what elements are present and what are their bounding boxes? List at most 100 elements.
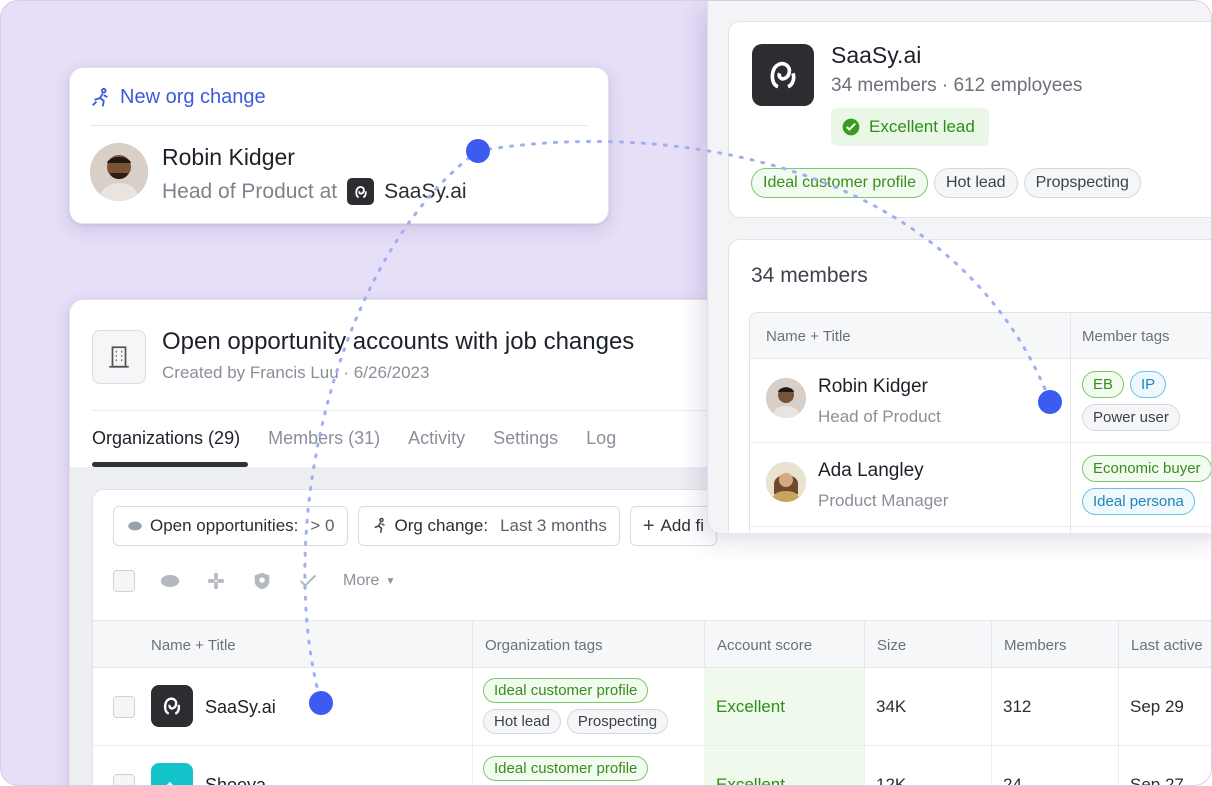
salesforce-icon [128,521,142,531]
filter-org-change[interactable]: Org change: Last 3 months [357,506,620,546]
members-title: 34 members [751,264,868,287]
tag-ideal-customer-profile[interactable]: Ideal customer profile [751,168,928,198]
caret-down-icon: ▼ [385,575,396,587]
lead-status-badge: Excellent lead [831,108,989,146]
cell-divider [864,746,865,785]
tab-organizations[interactable]: Organizations (29) [92,428,240,449]
avatar [766,378,806,418]
table-row[interactable]: Shoeya Ideal customer profile Excellent … [93,746,1211,786]
avatar [766,462,806,502]
person-moving-icon [92,87,108,106]
org-size: 34K [876,697,907,716]
person-moving-icon [373,517,385,533]
tab-members[interactable]: Members (31) [268,428,380,449]
column-header[interactable]: Last active [1118,621,1203,669]
organizations-panel: Open opportunities: > 0 Org change: Last… [92,489,1211,786]
column-header[interactable]: Organization tags [472,621,603,669]
select-all-checkbox[interactable] [113,570,135,592]
account-score: Excellent [704,668,864,745]
tab-activity[interactable]: Activity [408,428,465,449]
tab-settings[interactable]: Settings [493,428,558,449]
building-icon [92,330,146,384]
profile-panel: SaaSy.ai 34 members · 612 employees Exce… [707,1,1211,533]
filter-label: Org change: [394,516,489,535]
person-name: Robin Kidger [162,144,295,170]
member-tags: EB IP Power user [1082,371,1180,431]
check-icon[interactable] [297,570,319,592]
tag-eb[interactable]: EB [1082,371,1125,398]
tag-hot-lead[interactable]: Hot lead [933,168,1018,198]
row-checkbox[interactable] [113,696,135,718]
org-name[interactable]: Shoeya [205,775,266,785]
tag-ideal-persona[interactable]: Ideal persona [1082,488,1195,515]
org-change-card[interactable]: New org change Robin Kidger Head of Prod… [69,67,609,224]
slack-icon[interactable] [205,570,227,592]
saasy-logo [151,685,193,727]
badge-text: Excellent lead [869,117,975,136]
add-filter-button[interactable]: + Add fi [629,506,718,546]
canvas: Open opportunity accounts with job chang… [0,0,1212,786]
saasy-logo [752,44,814,106]
members-table: Name + Title Member tags Robin Kidger He… [749,312,1211,533]
list-subtitle: Created by Francis Luu · 6/26/2023 [162,363,430,382]
account-score: Excellent [704,746,864,785]
members-table-header: Name + Title Member tags [750,313,1211,359]
table-header: Name + Title Organization tags Account s… [93,620,1211,669]
member-row[interactable]: Robin Kidger Head of Product EB IP Power… [750,359,1211,443]
tab-log[interactable]: Log [586,428,616,449]
tag-ideal-customer-profile[interactable]: Ideal customer profile [483,678,649,703]
member-name[interactable]: Robin Kidger [818,376,928,398]
column-header[interactable]: Size [864,621,906,669]
plus-icon: + [642,514,655,537]
column-header[interactable]: Account score [704,621,812,669]
column-header[interactable]: Members [991,621,1067,669]
tag-economic-buyer[interactable]: Economic buyer [1082,455,1211,482]
tag-prospecting[interactable]: Prospecting [566,709,669,734]
member-title: Head of Product [818,407,941,426]
filter-bar: Open opportunities: > 0 Org change: Last… [113,506,718,546]
tag-hot-lead[interactable]: Hot lead [483,709,561,734]
column-header[interactable]: Name + Title [139,621,236,669]
member-title: Product Manager [818,491,949,510]
more-dropdown[interactable]: More ▼ [343,572,395,590]
row-checkbox[interactable] [113,774,135,785]
column-header[interactable]: Member tags [1082,313,1170,359]
company-name: SaaSy.ai [831,42,922,68]
heading-text: New org change [120,86,266,108]
member-tags: Economic buyer Ideal persona [1082,455,1211,515]
org-tags: Ideal customer profile Hot lead Prospect… [483,678,669,734]
last-active: Sep 29 [1130,697,1184,716]
shoeya-logo [151,763,193,785]
cell-divider [991,746,992,785]
filter-value: Last 3 months [500,516,607,535]
member-name[interactable]: Ada Langley [818,460,924,482]
filter-value: > 0 [310,516,335,535]
company-name[interactable]: SaaSy.ai [384,180,467,204]
title-prefix: Head of Product at [162,179,338,203]
table-row[interactable]: SaaSy.ai Ideal customer profile Hot lead… [93,668,1211,746]
column-header[interactable]: Name + Title [766,313,851,359]
company-meta: 34 members · 612 employees [831,75,1083,96]
org-members: 312 [1003,697,1032,716]
connector-dot [1038,390,1062,414]
connector-dot [466,139,490,163]
tag-prospecting[interactable]: Propspecting [1023,168,1141,198]
tag-power-user[interactable]: Power user [1082,404,1180,431]
divider [90,125,588,126]
shield-icon[interactable] [251,570,273,592]
company-profile-card: SaaSy.ai 34 members · 612 employees Exce… [728,21,1211,218]
add-filter-label: Add fi [660,516,705,535]
filter-label: Open opportunities: [150,516,299,535]
tag-ip[interactable]: IP [1130,371,1167,398]
cell-divider [1118,746,1119,785]
cell-divider [472,746,473,785]
org-change-heading: New org change [90,86,266,109]
member-row[interactable]: Ada Langley Product Manager Economic buy… [750,443,1211,527]
tabs: Organizations (29) Members (31) Activity… [92,428,616,449]
filter-open-opportunities[interactable]: Open opportunities: > 0 [113,506,348,546]
cell-divider [1118,668,1119,745]
tag-ideal-customer-profile[interactable]: Ideal customer profile [483,756,649,781]
salesforce-icon[interactable] [159,570,181,592]
last-active: Sep 27 [1130,775,1184,786]
org-name[interactable]: SaaSy.ai [205,697,276,718]
